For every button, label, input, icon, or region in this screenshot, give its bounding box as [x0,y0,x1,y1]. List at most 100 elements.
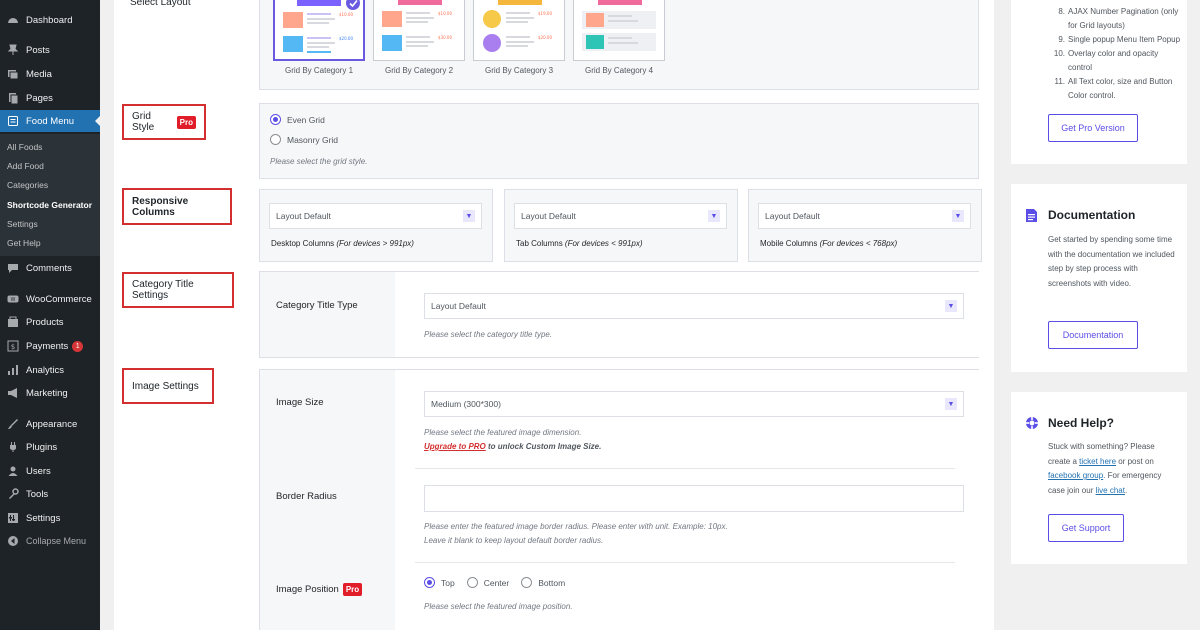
radio-label: Masonry Grid [287,134,339,145]
radio-even-grid[interactable]: Even Grid [270,114,325,125]
documentation-card: Documentation Get started by spending so… [1011,184,1187,372]
live-chat-link[interactable]: live chat [1096,486,1125,495]
upgrade-notice-text: to unlock Custom Image Size. [485,442,602,451]
chevron-down-icon: ▼ [945,398,957,410]
tab-columns-select[interactable]: Layout Default ▼ [514,203,727,229]
menu-label: Pages [26,92,53,104]
documentation-text: Get started by spending some time with t… [1048,235,1175,288]
select-layout-heading: Select Layout [130,0,191,8]
feature-text: AJAX Number Pagination (only for Grid la… [1068,7,1179,30]
menu-label: Products [26,316,64,328]
facebook-group-link[interactable]: facebook group [1048,471,1103,480]
ticket-here-link[interactable]: ticket here [1079,457,1116,466]
menu-item-products[interactable]: Products [0,311,100,333]
radio-bottom[interactable]: Bottom [521,577,565,588]
layout-option-4[interactable] [573,0,665,61]
brush-icon [6,417,20,431]
submenu-settings[interactable]: Settings [7,219,38,229]
grid-style-help: Please select the grid style. [270,157,368,166]
desktop-columns-select[interactable]: Layout Default ▼ [269,203,482,229]
layout-option-3[interactable]: $19.00 $20.00 [473,0,565,61]
get-support-button[interactable]: Get Support [1048,514,1124,542]
need-help-title: Need Help? [1048,416,1115,430]
menu-item-comments[interactable]: Comments [0,257,100,279]
svg-text:W: W [11,297,16,303]
menu-label: Collapse Menu [26,536,87,546]
mobile-columns-caption: Mobile Columns (For devices < 768px) [760,239,897,248]
radio-masonry-grid[interactable]: Masonry Grid [270,134,338,145]
menu-label: Appearance [26,418,78,430]
help-text-part: . [1124,485,1128,495]
layout-caption: Grid By Category 3 [484,66,554,75]
users-icon [6,464,20,478]
get-pro-version-button[interactable]: Get Pro Version [1048,114,1138,142]
menu-item-woocommerce[interactable]: W WooCommerce [0,288,100,310]
category-title-type-label: Category Title Type [276,300,358,311]
grid-style-label: Grid Style Pro [122,104,206,140]
image-position-text: Image Position [276,584,339,595]
dashboard-icon [6,13,20,27]
menu-item-media[interactable]: Media [0,63,100,85]
submenu-shortcode-generator[interactable]: Shortcode Generator [7,200,92,210]
radio-center[interactable]: Center [466,577,510,588]
menu-item-settings[interactable]: Settings [0,507,100,529]
menu-item-tools[interactable]: Tools [0,483,100,505]
menu-item-analytics[interactable]: Analytics [0,359,100,381]
menu-item-users[interactable]: Users [0,460,100,482]
menu-label: Users [26,465,51,477]
svg-text:$: $ [11,343,15,351]
lifebuoy-icon [1025,416,1039,435]
border-radius-help-1: Please enter the featured image border r… [424,522,728,531]
radio-unchecked-icon [466,577,478,588]
image-size-select[interactable]: Medium (300*300) ▼ [424,391,964,417]
submenu-categories[interactable]: Categories [7,180,48,190]
menu-label: Marketing [26,387,68,399]
documentation-button[interactable]: Documentation [1048,321,1138,349]
category-title-type-select[interactable]: Layout Default ▼ [424,293,964,319]
menu-item-posts[interactable]: Posts [0,39,100,61]
help-text-part: or post on [1116,456,1154,466]
menu-item-dashboard[interactable]: Dashboard [0,9,100,31]
submenu-add-food[interactable]: Add Food [7,161,44,171]
caption-hint: (For devices < 991px) [564,239,643,248]
feature-item: 8. AJAX Number Pagination (only for Grid … [1051,5,1183,33]
caption-label: Desktop Columns [271,239,335,248]
menu-item-pages[interactable]: Pages [0,87,100,109]
menu-label: Tools [26,488,49,500]
radio-unchecked-icon [521,577,533,588]
woocommerce-icon: W [6,292,20,306]
menu-item-food-menu[interactable]: Food Menu [0,110,100,132]
submenu-get-help[interactable]: Get Help [7,238,41,248]
feature-text: All Text color, size and Button Color co… [1068,77,1173,100]
chevron-down-icon: ▼ [952,210,964,222]
select-value: Layout Default [521,211,576,221]
image-settings-label: Image Settings [122,368,214,404]
collapse-menu-button[interactable]: Collapse Menu [0,530,100,552]
border-radius-input[interactable] [424,485,964,512]
radio-checked-icon [270,114,281,125]
menu-item-plugins[interactable]: Plugins [0,436,100,458]
radio-unchecked-icon [270,134,281,145]
menu-item-appearance[interactable]: Appearance [0,413,100,435]
grid-style-text: Grid Style [132,111,155,133]
mobile-columns-select[interactable]: Layout Default ▼ [758,203,971,229]
price-label: $30.00 [438,35,452,40]
caption-hint: (For devices > 991px) [336,239,414,248]
submenu-all-foods[interactable]: All Foods [7,142,42,152]
menu-label: Dashboard [26,14,73,26]
grid-style-panel: Even Grid Masonry Grid Please select the… [259,103,979,179]
radio-label: Center [483,577,510,588]
settings-icon [6,511,20,525]
menu-item-payments[interactable]: $ Payments 1 [0,335,100,357]
layout-option-2[interactable]: $10.00 $30.00 [373,0,465,61]
image-position-help: Please select the featured image positio… [424,602,573,611]
pro-badge: Pro [176,115,196,129]
tab-columns-panel: Layout Default ▼ Tab Columns (For device… [504,189,738,262]
image-settings-panel: Image Size Medium (300*300) ▼ Please sel… [259,369,979,630]
caption-label: Mobile Columns [760,239,818,248]
menu-item-marketing[interactable]: Marketing [0,382,100,404]
radio-top[interactable]: Top [424,577,455,588]
category-title-panel: Category Title Type Layout Default ▼ Ple… [259,271,979,358]
upgrade-to-pro-link[interactable]: Upgrade to PRO [424,442,486,451]
menu-label: Plugins [26,441,58,453]
